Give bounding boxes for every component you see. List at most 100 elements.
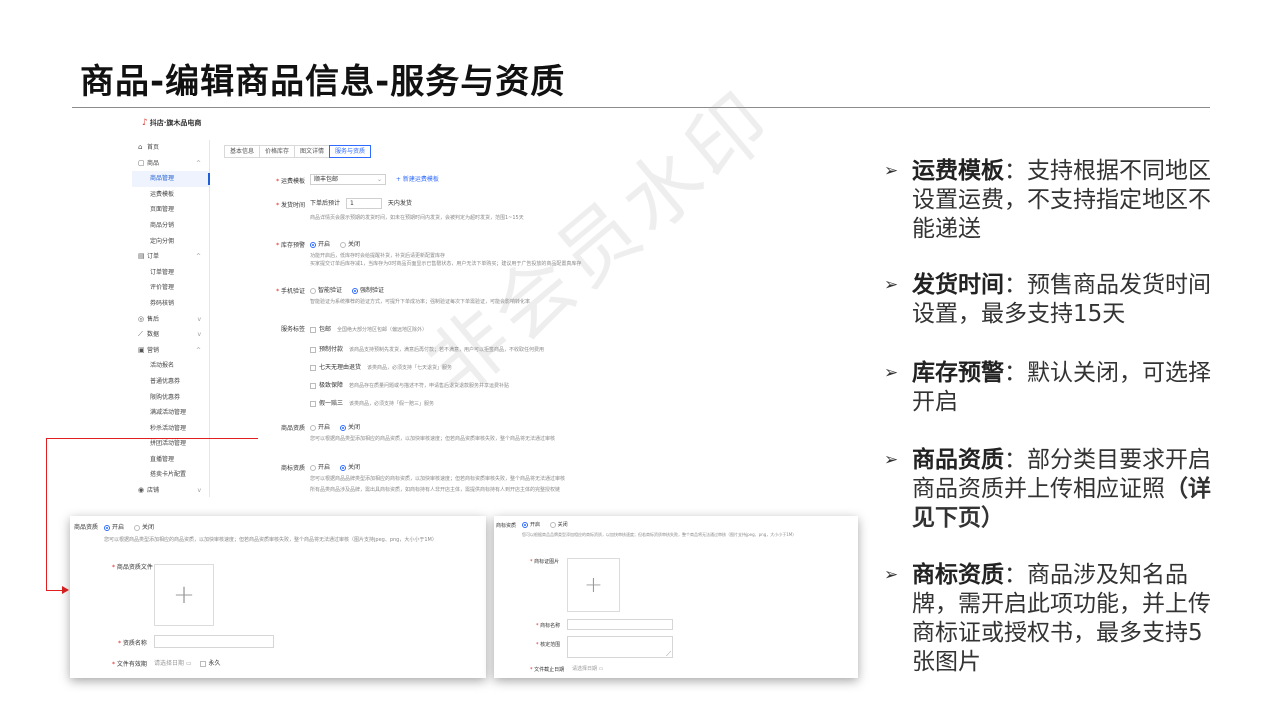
sidebar-item[interactable]: ▣ 营销 ^ bbox=[132, 343, 209, 359]
chevron-up-icon: ^ bbox=[195, 253, 201, 261]
qual-date-label: 文件有效期 bbox=[116, 661, 147, 668]
service-tag-item[interactable]: 极致保障 若商品存在质量问题或与描述不符，申请售后退货退款服务并享运费补贴 bbox=[310, 380, 509, 389]
zoom-qual-off-radio[interactable]: 关闭 bbox=[133, 524, 154, 531]
sidebar-item-label: 营销 bbox=[147, 346, 160, 354]
sidebar-item-label: 普通优惠券 bbox=[150, 377, 181, 385]
app-screenshot: ♪ 抖店·旗木品电商 ⌂ 首页 ▢ 商品 ^ 商品管理 运费模板 页面管理 商品分销 定向分佣 ▤ 订… bbox=[132, 112, 647, 497]
sidebar-item[interactable]: 限购优惠券 bbox=[132, 390, 209, 406]
brand-label: 商标资质 bbox=[280, 465, 305, 472]
sidebar-item-label: 订单 bbox=[147, 253, 160, 261]
sidebar-item-label: 数据 bbox=[147, 331, 160, 339]
app-logo: ♪ 抖店·旗木品电商 bbox=[142, 118, 201, 128]
qual-name-input[interactable] bbox=[154, 635, 274, 648]
sidebar-item[interactable]: ▤ 订单 ^ bbox=[132, 249, 209, 265]
sidebar-item[interactable]: ⌂ 首页 bbox=[132, 140, 209, 156]
stock-hint-1: 功能开启后，低库存时会给提醒补货，补货后请更新配置库存 bbox=[310, 253, 446, 259]
tab-details[interactable]: 图文详情 bbox=[294, 145, 331, 158]
sidebar-item[interactable]: 满减活动管理 bbox=[132, 405, 209, 421]
phone-hint: 智能验证为系统推荐的验证方式，可提升下单成功率；强制验证每次下单需验证，可能会影… bbox=[310, 299, 531, 305]
brand-qualification-zoom: 商标资质 开启 关闭 您可以根据商品品牌类型添加相应的商标资质，以加快审核速度；… bbox=[494, 516, 858, 678]
sidebar-item[interactable]: 搭卖卡片配置 bbox=[132, 467, 209, 483]
shipping-template-select[interactable]: 顺丰包邮 ⌄ bbox=[310, 174, 386, 185]
tab-price-stock[interactable]: 价格库存 bbox=[259, 145, 296, 158]
sidebar-item[interactable]: 运费模板 bbox=[132, 187, 209, 203]
sidebar-item[interactable]: 普通优惠券 bbox=[132, 374, 209, 390]
sidebar-item-label: 活动报名 bbox=[150, 362, 175, 370]
service-tag-item[interactable]: 包邮 全国绝大部分地区包邮（偏远地区除外） bbox=[310, 324, 427, 333]
sidebar-item-label: 商品分销 bbox=[150, 221, 175, 229]
sidebar-item[interactable]: ◉ 店铺 v bbox=[132, 483, 209, 497]
brand-scope-label: 核定范围 bbox=[540, 642, 561, 648]
brand-name-input[interactable] bbox=[567, 619, 673, 630]
sidebar-item[interactable]: 活动报名 bbox=[132, 358, 209, 374]
sidebar-item-label: 秒杀活动管理 bbox=[150, 424, 187, 432]
sidebar-item-label: 商品管理 bbox=[150, 175, 175, 183]
sidebar-item[interactable]: 定向分佣 bbox=[132, 234, 209, 250]
stock-on-radio[interactable]: 开启 bbox=[310, 241, 330, 248]
brand-off-radio[interactable]: 关闭 bbox=[339, 464, 360, 471]
calendar-icon: ▭ bbox=[185, 660, 192, 667]
qual-date-picker[interactable]: 请选择日期 ▭ bbox=[154, 658, 192, 667]
chevron-down-icon: v bbox=[197, 331, 201, 339]
home-icon: ⌂ bbox=[138, 143, 143, 151]
sidebar-item-label: 店铺 bbox=[147, 487, 160, 495]
brand-on-radio[interactable]: 开启 bbox=[310, 464, 330, 471]
delivery-suffix: 天内发货 bbox=[387, 200, 412, 207]
sidebar-item-label: 首页 bbox=[147, 144, 160, 151]
sidebar-item-label: 满减活动管理 bbox=[150, 409, 187, 417]
sidebar-item[interactable]: 订单管理 bbox=[132, 265, 209, 281]
connector-arrow-icon bbox=[62, 586, 69, 594]
zoom-brand-off-radio[interactable]: 关闭 bbox=[549, 521, 568, 528]
brand-image-upload[interactable]: + bbox=[567, 558, 620, 612]
delivery-days-input[interactable]: 1 bbox=[345, 198, 382, 209]
tab-basic-info[interactable]: 基本信息 bbox=[224, 145, 261, 158]
sidebar-item[interactable]: 秒杀活动管理 bbox=[132, 421, 209, 437]
shipping-label: 运费模板 bbox=[280, 178, 305, 185]
logo-text: 抖店·旗木品电商 bbox=[149, 119, 202, 127]
service-tag-item[interactable]: 七天无理由退货 该类商品，必须支持「七天退货」服务 bbox=[310, 362, 452, 371]
brand-scope-textarea[interactable] bbox=[567, 636, 673, 659]
sidebar-item[interactable]: ◎ 售后 v bbox=[132, 312, 209, 328]
delivery-label: 发货时间 bbox=[280, 202, 305, 209]
bullet-arrow-icon: ➢ bbox=[884, 565, 899, 585]
sidebar-item-label: 券码核销 bbox=[150, 299, 175, 307]
stock-off-radio[interactable]: 关闭 bbox=[339, 241, 360, 248]
bullet-arrow-icon: ➢ bbox=[884, 363, 899, 383]
new-shipping-template-link[interactable]: + 新建运费模板 bbox=[396, 176, 439, 183]
brand-hint-2: 所有品类商品涉及品牌，需出具商标资质，如商标持有人非开店主体，需提供商标持有人到… bbox=[310, 487, 561, 493]
zoom-qual-label: 商品资质 bbox=[74, 524, 99, 531]
sidebar-item[interactable]: 商品管理 bbox=[132, 171, 210, 187]
sidebar-item[interactable]: 页面管理 bbox=[132, 202, 209, 218]
qual-file-upload[interactable]: + bbox=[154, 564, 214, 626]
sidebar-item[interactable]: ▢ 商品 ^ bbox=[132, 156, 209, 172]
permanent-checkbox[interactable]: 永久 bbox=[199, 660, 221, 667]
qual-on-radio[interactable]: 开启 bbox=[310, 424, 330, 431]
shield-icon: ◎ bbox=[138, 314, 145, 323]
tab-service-qualification[interactable]: 服务与资质 bbox=[329, 145, 372, 158]
chevron-down-icon: ⌄ bbox=[376, 176, 382, 183]
qual-file-label: 商品资质文件 bbox=[116, 564, 153, 571]
qual-off-radio[interactable]: 关闭 bbox=[339, 424, 360, 431]
sidebar-item[interactable]: 评价管理 bbox=[132, 280, 209, 296]
sidebar-item-label: 定向分佣 bbox=[150, 237, 175, 245]
sidebar-item-label: 商品 bbox=[147, 159, 160, 167]
connector-line bbox=[46, 438, 47, 590]
service-label: 服务标签 bbox=[280, 326, 305, 333]
service-tag-item[interactable]: 假一赔三 该类商品，必须支持「假一赔三」服务 bbox=[310, 398, 434, 407]
zoom-brand-on-radio[interactable]: 开启 bbox=[522, 521, 540, 528]
sidebar-item[interactable]: 券码核销 bbox=[132, 296, 209, 312]
gift-icon: ▣ bbox=[138, 345, 145, 354]
sidebar-item[interactable]: 直播管理 bbox=[132, 452, 209, 468]
sidebar-item-label: 页面管理 bbox=[150, 206, 175, 214]
sidebar-item[interactable]: 商品分销 bbox=[132, 218, 209, 234]
zoom-qual-on-radio[interactable]: 开启 bbox=[104, 524, 124, 531]
sidebar-item-label: 直播管理 bbox=[150, 455, 175, 463]
sidebar-item[interactable]: ⟋ 数据 v bbox=[132, 327, 209, 343]
smart-verify-radio[interactable]: 智能验证 bbox=[310, 287, 342, 294]
bag-icon: ▢ bbox=[138, 158, 145, 167]
zoom-brand-hint: 您可以根据商品品牌类型添加相应的商标资质，以加快审核速度；但若商标资质审核失败，… bbox=[522, 532, 797, 537]
brand-date-picker[interactable]: 请选择日期 ▭ bbox=[572, 665, 603, 672]
force-verify-radio[interactable]: 强制验证 bbox=[351, 287, 384, 294]
service-tag-item[interactable]: 预制付款 该商品支持预制先发货，满意后再付款；若不满意，用户可以拒签商品，不收取任… bbox=[310, 344, 544, 353]
bullet-arrow-icon: ➢ bbox=[884, 161, 899, 181]
